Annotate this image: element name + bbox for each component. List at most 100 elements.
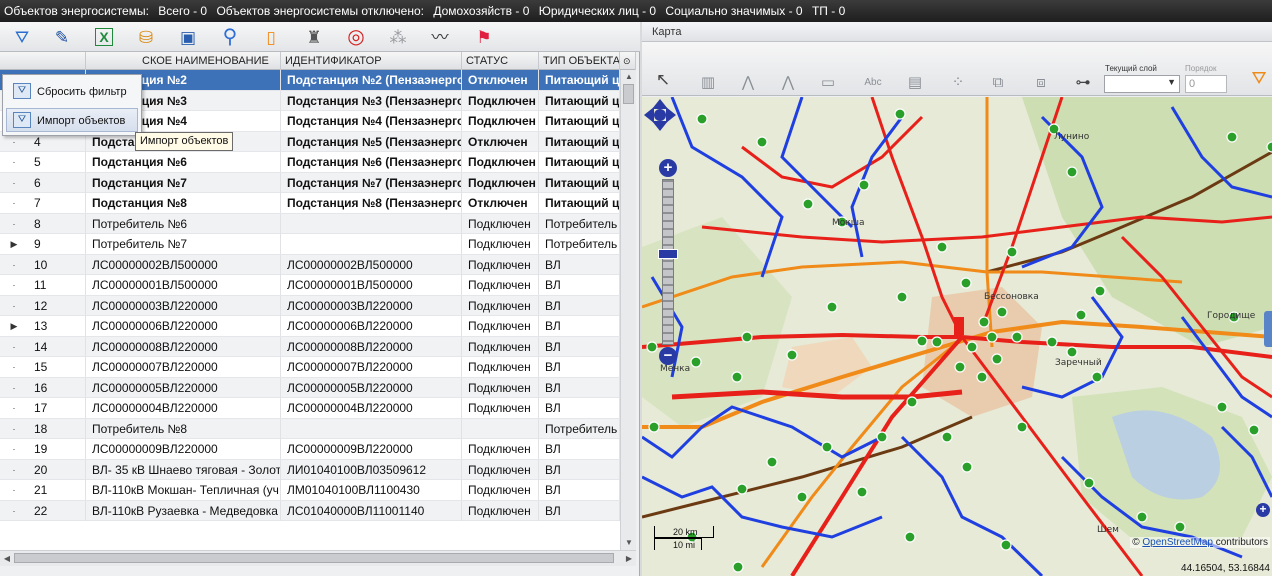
hscroll-thumb[interactable] bbox=[14, 553, 614, 563]
object-type: ВЛ bbox=[539, 398, 620, 418]
row-number: 5 bbox=[28, 152, 86, 172]
table-row[interactable]: ▶ 13 ЛС00000006ВЛ220000 ЛС00000006ВЛ220000 П… bbox=[0, 316, 620, 337]
zoom-slider-knob[interactable] bbox=[658, 249, 678, 259]
cluster-icon[interactable]: ⁂ bbox=[386, 25, 410, 49]
scroll-up-icon[interactable]: ▲ bbox=[621, 70, 636, 84]
table-row[interactable]: · 16 ЛС00000005ВЛ220000 ЛС00000005ВЛ220000 П… bbox=[0, 377, 620, 398]
add-layer-icon[interactable]: ▥ bbox=[697, 72, 719, 92]
zoom-control: + − bbox=[658, 159, 678, 365]
city-substation-marker bbox=[954, 317, 964, 335]
table-row[interactable]: · 15 ЛС00000007ВЛ220000 ЛС00000007ВЛ220000 П… bbox=[0, 357, 620, 378]
target-icon[interactable]: ◎ bbox=[344, 25, 368, 49]
menu-item-reset-filter[interactable]: ⛛ Сбросить фильтр bbox=[6, 79, 138, 103]
place-label: Лунино bbox=[1054, 132, 1090, 142]
zoom-slider[interactable] bbox=[662, 179, 674, 345]
status-bar: Объектов энергосистемы: Всего - 0 Объект… bbox=[0, 0, 1272, 22]
save-icon[interactable]: ▤ bbox=[904, 72, 926, 92]
row-indicator: · bbox=[12, 423, 16, 434]
table-row[interactable]: · 17 ЛС00000004ВЛ220000 ЛС00000004ВЛ220000 П… bbox=[0, 398, 620, 419]
scroll-down-icon[interactable]: ▼ bbox=[621, 536, 636, 550]
pan-control[interactable] bbox=[642, 97, 678, 133]
object-status: Подключен bbox=[462, 316, 539, 336]
attribution-link[interactable]: OpenStreetMap bbox=[1142, 537, 1213, 548]
table-row[interactable]: · 6 Подстанция №7 Подстанция №7 (Пензаэнерг… bbox=[0, 172, 620, 193]
note-icon[interactable]: ▯ bbox=[259, 25, 283, 49]
route-icon[interactable]: 〰 bbox=[428, 25, 452, 49]
object-type: ВЛ bbox=[539, 377, 620, 398]
table-row[interactable]: · 5 Подстанция №6 Подстанция №6 (Пензаэнерг… bbox=[0, 152, 620, 173]
map-canvas[interactable]: Мокша Бессоновка Заречный Менка Лунино Г… bbox=[642, 97, 1272, 576]
delete-object-icon[interactable]: ▭ bbox=[817, 72, 839, 92]
grid-horizontal-scrollbar[interactable]: ◀ ▶ bbox=[0, 550, 636, 566]
table-row[interactable]: · 19 ЛС00000009ВЛ220000 ЛС00000009ВЛ220000 П… bbox=[0, 439, 620, 460]
paste-icon[interactable]: ⧈ bbox=[1030, 72, 1052, 92]
object-type: ВЛ bbox=[539, 275, 620, 295]
edit-icon[interactable]: ✎ bbox=[50, 25, 74, 49]
table-row[interactable]: · 10 ЛС00000002ВЛ500000 ЛС00000002ВЛ500000 П… bbox=[0, 254, 620, 275]
header-cell-blank bbox=[0, 52, 86, 70]
header-name[interactable]: СКОЕ НАИМЕНОВАНИЕ bbox=[86, 52, 281, 70]
edit-line-icon[interactable]: ⋀ bbox=[777, 72, 799, 92]
row-number: 15 bbox=[28, 357, 86, 377]
table-row[interactable]: · 22 ВЛ-110кВ Рузаевка - Медведовка ЛС01040… bbox=[0, 500, 620, 521]
object-identifier: Подстанция №5 (Пензаэнерго) bbox=[281, 131, 462, 152]
column-menu-icon[interactable]: ⊙ bbox=[620, 52, 636, 70]
flag-icon[interactable]: ⚑ bbox=[472, 25, 496, 49]
table-row[interactable]: · 7 Подстанция №8 Подстанция №8 (Пензаэнерг… bbox=[0, 193, 620, 214]
table-row[interactable]: ▶ 9 Потребитель №7 Подключен Потребитель bbox=[0, 234, 620, 255]
object-type: Питающий цен bbox=[539, 90, 620, 111]
filter-map-icon[interactable]: ⛛ bbox=[1248, 68, 1270, 88]
object-name: ВЛ- 35 кВ Шнаево тяговая - Золот bbox=[86, 459, 281, 480]
object-type: ВЛ bbox=[539, 480, 620, 500]
row-indicator: · bbox=[12, 382, 16, 393]
label-icon[interactable]: Abc bbox=[862, 72, 884, 92]
copy-icon[interactable]: ⧉ bbox=[987, 72, 1009, 92]
table-row[interactable]: · 21 ВЛ-110кВ Мокшан- Тепличная (уч ЛМ01040… bbox=[0, 480, 620, 501]
scroll-thumb[interactable] bbox=[623, 84, 634, 104]
object-type: Потребитель bbox=[539, 213, 620, 234]
row-number: 18 bbox=[28, 418, 86, 439]
table-row[interactable]: · 20 ВЛ- 35 кВ Шнаево тяговая - Золот ЛИ010… bbox=[0, 459, 620, 480]
side-panel-toggle[interactable] bbox=[1264, 311, 1272, 347]
scroll-left-icon[interactable]: ◀ bbox=[0, 551, 14, 567]
header-status[interactable]: СТАТУС bbox=[462, 52, 539, 70]
object-status: Подключен bbox=[462, 377, 539, 398]
object-status: Подключен bbox=[462, 152, 539, 172]
current-layer-select[interactable]: ▼ bbox=[1104, 75, 1180, 93]
pointer-icon[interactable]: ↖ bbox=[652, 70, 674, 90]
import-objects-label: Импорт объектов bbox=[37, 115, 126, 127]
filter-icon[interactable]: ⛛ bbox=[10, 25, 34, 49]
table-row[interactable]: · 8 Потребитель №6 Подключен Потребитель bbox=[0, 213, 620, 234]
lantern-icon[interactable]: ♜ bbox=[302, 25, 326, 49]
table-row[interactable]: · 18 Потребитель №8 Потребитель bbox=[0, 418, 620, 439]
object-status bbox=[462, 418, 539, 439]
add-line-icon[interactable]: ⋀ bbox=[737, 72, 759, 92]
export-icon[interactable]: ⛁ bbox=[134, 25, 158, 49]
zoom-out-button[interactable]: − bbox=[659, 347, 677, 365]
object-identifier: Подстанция №7 (Пензаэнерго) bbox=[281, 172, 462, 193]
window-icon[interactable]: ▣ bbox=[176, 25, 200, 49]
ruler-icon[interactable]: ⊶ bbox=[1072, 72, 1094, 92]
header-identifier[interactable]: ИДЕНТИФИКАТОР bbox=[281, 52, 462, 70]
order-input[interactable]: 0 bbox=[1185, 75, 1227, 93]
layer-switcher-button[interactable]: + bbox=[1256, 503, 1270, 517]
table-row[interactable]: · 12 ЛС00000003ВЛ220000 ЛС00000003ВЛ220000 П… bbox=[0, 295, 620, 316]
table-row[interactable]: · 11 ЛС00000001ВЛ500000 ЛС00000001ВЛ500000 П… bbox=[0, 275, 620, 296]
place-label: Менка bbox=[660, 364, 690, 374]
menu-item-import-objects[interactable]: ⛛ Импорт объектов bbox=[6, 108, 138, 132]
row-number: 14 bbox=[28, 336, 86, 357]
zoom-in-button[interactable]: + bbox=[659, 159, 677, 177]
object-identifier: ЛС00000008ВЛ220000 bbox=[281, 336, 462, 357]
grid-vertical-scrollbar[interactable]: ▲ ▼ bbox=[620, 70, 636, 550]
header-type[interactable]: ТИП ОБЪЕКТА bbox=[539, 52, 620, 70]
table-row[interactable]: · 14 ЛС00000008ВЛ220000 ЛС00000008ВЛ220000 П… bbox=[0, 336, 620, 357]
scale-mi: 10 mi bbox=[654, 538, 702, 550]
object-identifier: ЛС00000005ВЛ220000 bbox=[281, 377, 462, 398]
scroll-right-icon[interactable]: ▶ bbox=[622, 551, 636, 567]
add-point-icon[interactable]: ⁘ bbox=[947, 72, 969, 92]
pan-center-icon bbox=[654, 109, 666, 121]
excel-icon[interactable]: X bbox=[95, 28, 113, 46]
row-indicator: · bbox=[12, 198, 16, 208]
search-icon[interactable]: ⚲ bbox=[218, 25, 242, 49]
object-type: ВЛ bbox=[539, 295, 620, 316]
